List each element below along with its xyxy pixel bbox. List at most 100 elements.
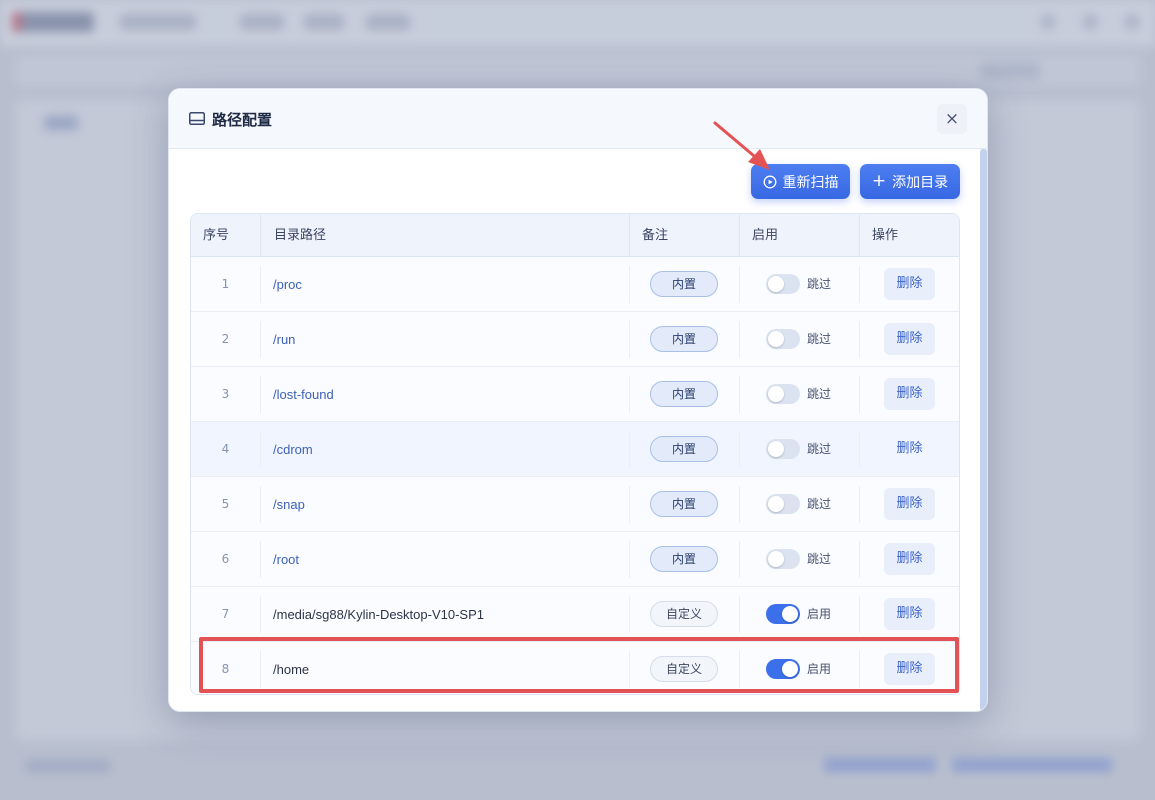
row-path: /run: [273, 332, 296, 347]
toggle-status-label: 启用: [807, 662, 832, 676]
delete-button[interactable]: 删除: [884, 653, 935, 685]
cell-divider: [629, 541, 630, 578]
toggle-knob: [768, 551, 784, 567]
cell-divider: [859, 651, 860, 688]
column-header-note: 备注: [629, 214, 739, 257]
plus-icon: +: [871, 170, 887, 191]
drive-icon: [189, 112, 205, 125]
add-directory-label: 添加目录: [892, 174, 949, 191]
cell-divider: [260, 321, 261, 358]
cell-divider: [260, 541, 261, 578]
enable-toggle[interactable]: [766, 329, 800, 349]
delete-button[interactable]: 删除: [884, 488, 935, 520]
cell-divider: [739, 596, 740, 633]
cell-divider: [859, 541, 860, 578]
table-row: 3/lost-found 内置 跳过 删除: [191, 367, 959, 422]
row-index: 3: [221, 387, 230, 401]
cell-divider: [629, 651, 630, 688]
row-index: 6: [221, 552, 230, 566]
delete-button[interactable]: 删除: [884, 543, 935, 575]
row-index: 1: [221, 277, 230, 291]
cell-divider: [739, 266, 740, 303]
enable-toggle[interactable]: [766, 384, 800, 404]
enable-toggle[interactable]: [766, 659, 800, 679]
cell-divider: [859, 266, 860, 303]
delete-button[interactable]: 删除: [884, 323, 935, 355]
cell-divider: [859, 596, 860, 633]
row-index: 2: [221, 332, 230, 346]
row-path: /home: [273, 662, 310, 677]
toggle-knob: [768, 441, 784, 457]
note-tag: 内置: [650, 491, 718, 517]
enable-toggle[interactable]: [766, 439, 800, 459]
enable-toggle[interactable]: [766, 604, 800, 624]
rescan-label: 重新扫描: [782, 174, 839, 191]
cell-divider: [260, 266, 261, 303]
scrollbar-thumb[interactable]: [980, 149, 987, 711]
table-row: 2/run 内置 跳过 删除: [191, 312, 959, 367]
toggle-status-label: 跳过: [807, 552, 832, 566]
toggle-status-label: 跳过: [807, 332, 832, 346]
cell-divider: [629, 486, 630, 523]
toggle-status-label: 跳过: [807, 387, 832, 401]
toggle-knob: [768, 331, 784, 347]
table-row: 7/media/sg88/Kylin-Desktop-V10-SP1 自定义 启用 删…: [191, 587, 959, 642]
toggle-status-label: 跳过: [807, 277, 832, 291]
column-header-action: 操作: [859, 214, 959, 257]
delete-button[interactable]: 删除: [884, 598, 935, 630]
note-tag: 自定义: [650, 601, 718, 627]
table-row: 8/home 自定义 启用 删除: [191, 642, 959, 694]
cell-divider: [629, 266, 630, 303]
cell-divider: [739, 651, 740, 688]
close-button[interactable]: ×: [937, 104, 967, 134]
cell-divider: [739, 321, 740, 358]
note-tag: 内置: [650, 271, 718, 297]
cell-divider: [739, 486, 740, 523]
note-tag: 自定义: [650, 656, 718, 682]
path-table: 序号 目录路径 备注 启用 操作 1/proc 内置 跳过 删除 2/run 内置 跳过 删除…: [190, 213, 960, 695]
row-index: 4: [221, 442, 230, 456]
note-tag: 内置: [650, 436, 718, 462]
cell-divider: [629, 321, 630, 358]
row-path: /cdrom: [273, 442, 313, 457]
delete-button[interactable]: 删除: [884, 268, 935, 300]
column-header-path: 目录路径: [260, 214, 630, 257]
row-path: /media/sg88/Kylin-Desktop-V10-SP1: [273, 607, 484, 622]
enable-toggle[interactable]: [766, 549, 800, 569]
cell-divider: [260, 651, 261, 688]
row-index: 8: [221, 662, 230, 676]
cell-divider: [260, 431, 261, 468]
cell-divider: [260, 596, 261, 633]
close-icon: ×: [944, 109, 960, 129]
toggle-status-label: 跳过: [807, 497, 832, 511]
row-path: /lost-found: [273, 387, 334, 402]
cell-divider: [629, 431, 630, 468]
enable-toggle[interactable]: [766, 494, 800, 514]
add-directory-button[interactable]: + 添加目录: [860, 164, 960, 199]
cell-divider: [859, 376, 860, 413]
rescan-button[interactable]: 重新扫描: [751, 164, 850, 199]
note-tag: 内置: [650, 326, 718, 352]
toggle-knob: [768, 386, 784, 402]
table-row: 1/proc 内置 跳过 删除: [191, 257, 959, 312]
cell-divider: [260, 486, 261, 523]
row-path: /snap: [273, 497, 305, 512]
delete-button[interactable]: 删除: [884, 433, 935, 465]
dialog-header: 路径配置 ×: [169, 89, 987, 149]
toggle-status-label: 跳过: [807, 442, 832, 456]
toggle-knob: [768, 496, 784, 512]
cell-divider: [859, 321, 860, 358]
column-header-index: 序号: [203, 228, 230, 243]
cell-divider: [629, 596, 630, 633]
row-index: 5: [221, 497, 230, 511]
delete-button[interactable]: 删除: [884, 378, 935, 410]
column-header-enabled: 启用: [739, 214, 859, 257]
dialog-title: 路径配置: [212, 111, 273, 129]
row-path: /proc: [273, 277, 302, 292]
note-tag: 内置: [650, 546, 718, 572]
cell-divider: [859, 431, 860, 468]
enable-toggle[interactable]: [766, 274, 800, 294]
cell-divider: [739, 376, 740, 413]
cell-divider: [629, 376, 630, 413]
toggle-knob: [768, 276, 784, 292]
